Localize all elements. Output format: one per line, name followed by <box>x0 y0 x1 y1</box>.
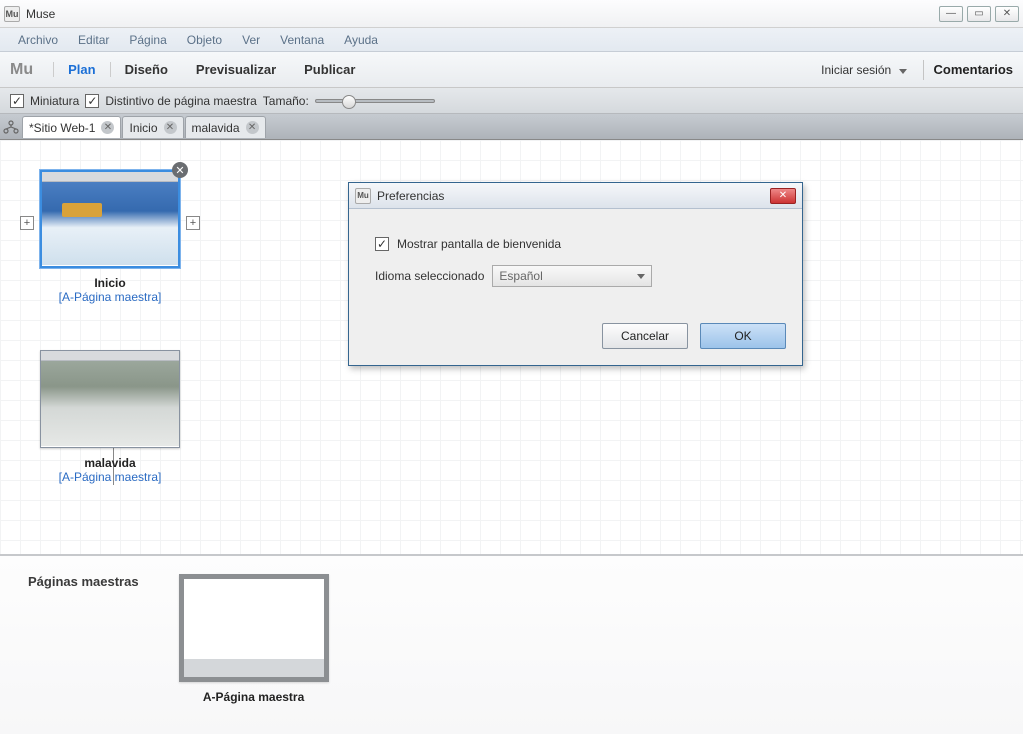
mode-plan[interactable]: Plan <box>53 62 110 77</box>
size-label: Tamaño: <box>263 94 309 108</box>
close-icon[interactable]: ✕ <box>164 121 177 134</box>
masters-title: Páginas maestras <box>28 574 139 589</box>
comments-button[interactable]: Comentarios <box>934 62 1013 77</box>
delete-page-button[interactable]: ✕ <box>172 162 188 178</box>
size-slider[interactable] <box>315 99 435 103</box>
close-icon[interactable]: ✕ <box>246 121 259 134</box>
close-window-button[interactable]: ✕ <box>995 6 1019 22</box>
menu-ventana[interactable]: Ventana <box>270 33 334 47</box>
mode-diseno[interactable]: Diseño <box>111 62 182 77</box>
login-dropdown[interactable]: Iniciar sesión <box>815 63 912 77</box>
page-name: malavida <box>40 456 180 470</box>
thumbnail-checkbox[interactable]: ✓ <box>10 94 24 108</box>
master-badge-checkbox[interactable]: ✓ <box>85 94 99 108</box>
dialog-titlebar[interactable]: Mu Preferencias ✕ <box>349 183 802 209</box>
thumb-browserbar <box>42 172 178 182</box>
menu-ayuda[interactable]: Ayuda <box>334 33 388 47</box>
minimize-button[interactable]: — <box>939 6 963 22</box>
dialog-title: Preferencias <box>377 189 770 203</box>
menubar: Archivo Editar Página Objeto Ver Ventana… <box>0 28 1023 52</box>
dialog-app-icon: Mu <box>355 188 371 204</box>
welcome-screen-label: Mostrar pantalla de bienvenida <box>397 237 561 251</box>
tab-label: malavida <box>192 121 240 135</box>
add-page-left-button[interactable]: + <box>20 216 34 230</box>
dialog-close-button[interactable]: ✕ <box>770 188 796 204</box>
mode-previsualizar[interactable]: Previsualizar <box>182 62 290 77</box>
mode-publicar[interactable]: Publicar <box>290 62 369 77</box>
tab-sitio-web[interactable]: *Sitio Web-1 ✕ <box>22 116 121 138</box>
preferences-dialog: Mu Preferencias ✕ ✓ Mostrar pantalla de … <box>348 182 803 366</box>
chevron-down-icon <box>637 274 645 279</box>
options-bar: ✓ Miniatura ✓ Distintivo de página maest… <box>0 88 1023 114</box>
document-tabs: *Sitio Web-1 ✕ Inicio ✕ malavida ✕ <box>0 114 1023 140</box>
chevron-down-icon <box>899 69 907 74</box>
sitemap-icon <box>0 116 22 138</box>
close-icon[interactable]: ✕ <box>101 121 114 134</box>
login-label: Iniciar sesión <box>821 63 891 77</box>
tab-malavida[interactable]: malavida ✕ <box>185 116 266 138</box>
thumb-browserbar <box>41 351 179 361</box>
menu-ver[interactable]: Ver <box>232 33 270 47</box>
slider-thumb[interactable] <box>342 95 356 109</box>
language-select[interactable]: Español <box>492 265 652 287</box>
mode-bar: Mu Plan Diseño Previsualizar Publicar In… <box>0 52 1023 88</box>
menu-objeto[interactable]: Objeto <box>177 33 232 47</box>
ok-button[interactable]: OK <box>700 323 786 349</box>
thumb-preview <box>41 361 179 446</box>
tab-inicio[interactable]: Inicio ✕ <box>122 116 183 138</box>
page-master-link[interactable]: [A-Página maestra] <box>40 470 180 484</box>
page-name: Inicio <box>40 276 180 290</box>
page-master-link[interactable]: [A-Página maestra] <box>40 290 180 304</box>
master-pages-panel: Páginas maestras A-Página maestra <box>0 554 1023 734</box>
page-thumbnail-inicio[interactable] <box>40 170 180 268</box>
language-value: Español <box>499 269 542 283</box>
window-titlebar: Mu Muse — ▭ ✕ <box>0 0 1023 28</box>
page-thumbnail-malavida[interactable] <box>40 350 180 448</box>
cancel-button[interactable]: Cancelar <box>602 323 688 349</box>
menu-editar[interactable]: Editar <box>68 33 119 47</box>
master-thumbnail[interactable] <box>179 574 329 682</box>
product-logo: Mu <box>10 61 33 79</box>
master-name: A-Página maestra <box>179 690 329 704</box>
app-icon: Mu <box>4 6 20 22</box>
menu-archivo[interactable]: Archivo <box>8 33 68 47</box>
thumb-preview <box>42 182 178 265</box>
language-label: Idioma seleccionado <box>375 269 484 283</box>
add-page-right-button[interactable]: + <box>186 216 200 230</box>
welcome-screen-checkbox[interactable]: ✓ <box>375 237 389 251</box>
master-badge-label: Distintivo de página maestra <box>105 94 256 108</box>
tab-label: *Sitio Web-1 <box>29 121 95 135</box>
maximize-button[interactable]: ▭ <box>967 6 991 22</box>
thumbnail-label: Miniatura <box>30 94 79 108</box>
menu-pagina[interactable]: Página <box>119 33 176 47</box>
window-title: Muse <box>26 7 939 21</box>
tab-label: Inicio <box>129 121 157 135</box>
vertical-divider <box>923 60 924 80</box>
master-footer-area <box>184 659 324 677</box>
